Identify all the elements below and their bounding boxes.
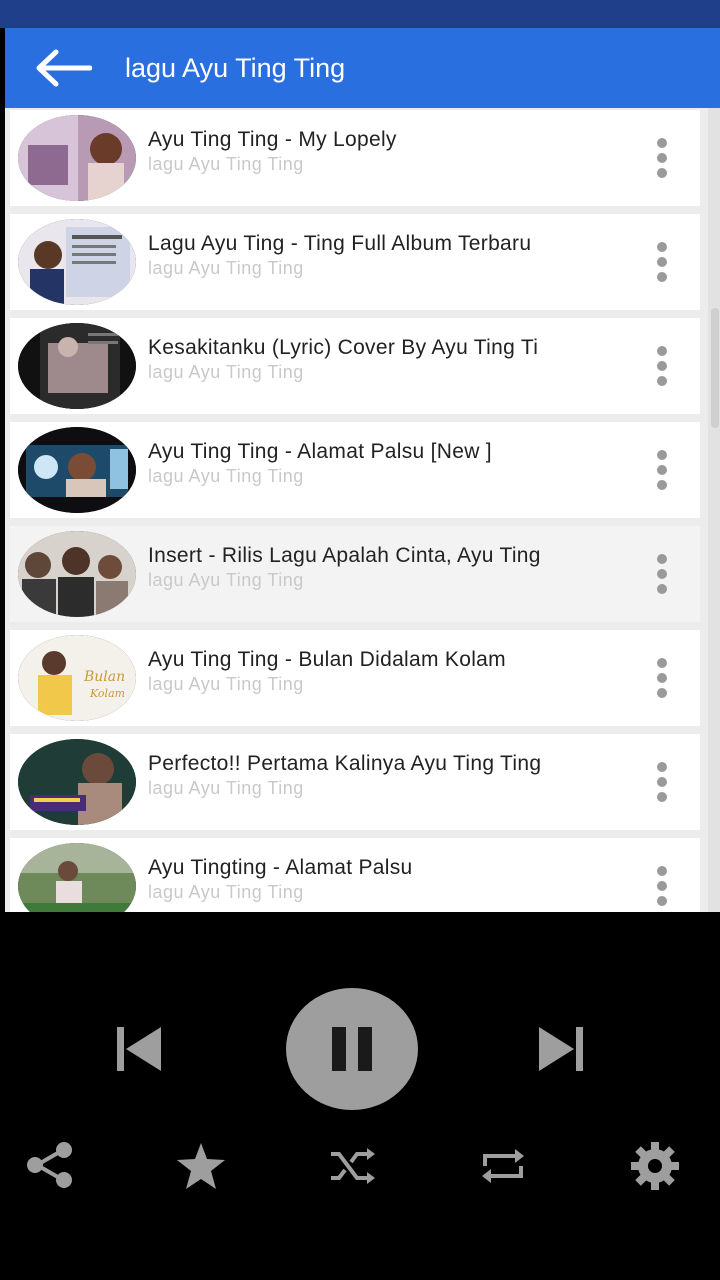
- song-thumbnail: [18, 427, 136, 513]
- more-options-button[interactable]: [652, 346, 672, 386]
- song-subtitle: lagu Ayu Ting Ting: [148, 362, 304, 382]
- more-options-button[interactable]: [652, 450, 672, 490]
- list-item[interactable]: Ayu Ting Ting - My Lopely lagu Ayu Ting …: [10, 110, 700, 206]
- song-thumbnail: [18, 739, 136, 825]
- song-subtitle: lagu Ayu Ting Ting: [148, 778, 304, 798]
- song-thumbnail: [18, 323, 136, 409]
- settings-icon: [631, 1142, 679, 1190]
- list-item[interactable]: Insert - Rilis Lagu Apalah Cinta, Ayu Ti…: [10, 526, 700, 622]
- song-title: Ayu Ting Ting - Bulan Didalam Kolam: [148, 648, 506, 671]
- song-subtitle: lagu Ayu Ting Ting: [148, 674, 304, 694]
- list-item[interactable]: Kesakitanku (Lyric) Cover By Ayu Ting Ti…: [10, 318, 700, 414]
- skip-previous-icon: [117, 1027, 161, 1071]
- arrow-back-icon: [36, 49, 92, 87]
- skip-next-icon: [539, 1027, 583, 1071]
- next-button[interactable]: [534, 1024, 590, 1074]
- scrollbar-thumb[interactable]: [711, 308, 719, 428]
- song-thumbnail: [18, 219, 136, 305]
- back-button[interactable]: [5, 28, 121, 108]
- list-item[interactable]: Lagu Ayu Ting - Ting Full Album Terbaru …: [10, 214, 700, 310]
- share-icon: [27, 1142, 72, 1188]
- previous-button[interactable]: [110, 1024, 166, 1074]
- more-options-button[interactable]: [652, 242, 672, 282]
- song-thumbnail: [18, 531, 136, 617]
- song-title: Ayu Ting Ting - My Lopely: [148, 128, 397, 151]
- list-item[interactable]: Ayu Ting Ting - Alamat Palsu [New ] lagu…: [10, 422, 700, 518]
- svg-text:Kolam: Kolam: [89, 687, 125, 700]
- song-subtitle: lagu Ayu Ting Ting: [148, 258, 304, 278]
- player-panel: [0, 912, 720, 1280]
- svg-text:Bulan: Bulan: [83, 669, 125, 685]
- pause-icon: [332, 1027, 372, 1071]
- shuffle-icon: [331, 1148, 375, 1184]
- more-options-button[interactable]: [652, 762, 672, 802]
- settings-button[interactable]: [628, 1140, 682, 1192]
- song-title: Perfecto!! Pertama Kalinya Ayu Ting Ting: [148, 752, 542, 775]
- repeat-icon: [482, 1149, 524, 1183]
- list-item[interactable]: Bulan Kolam Ayu Ting Ting - Bulan Didalam…: [10, 630, 700, 726]
- app-bar: lagu Ayu Ting Ting: [5, 28, 720, 108]
- page-title: lagu Ayu Ting Ting: [125, 52, 346, 83]
- song-title: Lagu Ayu Ting - Ting Full Album Terbaru: [148, 232, 532, 255]
- more-options-button[interactable]: [652, 554, 672, 594]
- more-options-button[interactable]: [652, 658, 672, 698]
- song-subtitle: lagu Ayu Ting Ting: [148, 154, 304, 174]
- star-icon: [177, 1143, 225, 1189]
- pause-button[interactable]: [286, 988, 418, 1110]
- status-bar: [0, 0, 720, 28]
- song-subtitle: lagu Ayu Ting Ting: [148, 882, 304, 902]
- shuffle-button[interactable]: [326, 1144, 378, 1188]
- list-item[interactable]: Ayu Tingting - Alamat Palsu lagu Ayu Tin…: [10, 838, 700, 912]
- song-title: Ayu Ting Ting - Alamat Palsu [New ]: [148, 440, 492, 463]
- list-item[interactable]: Perfecto!! Pertama Kalinya Ayu Ting Ting…: [10, 734, 700, 830]
- favorite-button[interactable]: [174, 1140, 228, 1192]
- share-button[interactable]: [24, 1140, 76, 1190]
- repeat-button[interactable]: [476, 1144, 530, 1188]
- song-title: Insert - Rilis Lagu Apalah Cinta, Ayu Ti…: [148, 544, 541, 567]
- song-thumbnail: Bulan Kolam: [18, 635, 136, 721]
- song-thumbnail: [18, 843, 136, 912]
- song-title: Ayu Tingting - Alamat Palsu: [148, 856, 413, 879]
- song-subtitle: lagu Ayu Ting Ting: [148, 466, 304, 486]
- song-subtitle: lagu Ayu Ting Ting: [148, 570, 304, 590]
- more-options-button[interactable]: [652, 138, 672, 178]
- more-options-button[interactable]: [652, 866, 672, 906]
- song-list[interactable]: Ayu Ting Ting - My Lopely lagu Ayu Ting …: [5, 108, 720, 912]
- song-title: Kesakitanku (Lyric) Cover By Ayu Ting Ti: [148, 336, 539, 359]
- scrollbar-track[interactable]: [708, 108, 720, 912]
- song-thumbnail: [18, 115, 136, 201]
